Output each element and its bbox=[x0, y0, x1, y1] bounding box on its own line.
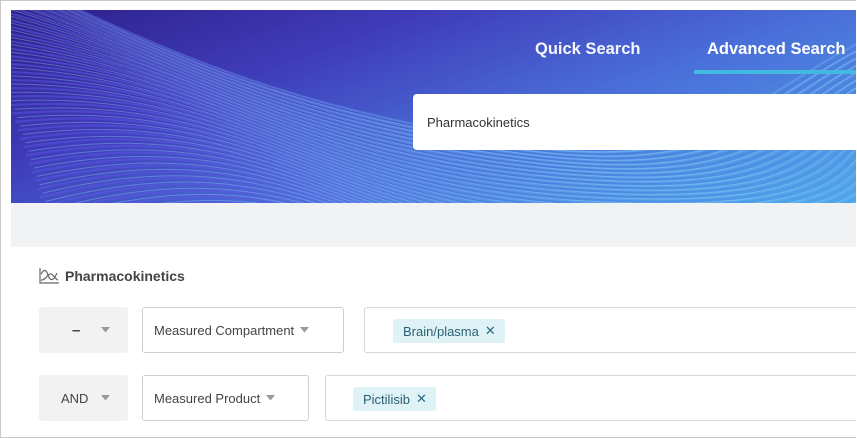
remove-chip-icon[interactable]: ✕ bbox=[485, 323, 496, 339]
tab-advanced-search[interactable]: Advanced Search bbox=[707, 40, 845, 59]
operator-value: – bbox=[72, 321, 81, 339]
operator-select[interactable]: – bbox=[39, 307, 128, 353]
operator-value: AND bbox=[61, 390, 89, 406]
section-title: Pharmacokinetics bbox=[65, 268, 185, 284]
remove-chip-icon[interactable]: ✕ bbox=[416, 391, 427, 407]
caret-down-icon bbox=[101, 395, 110, 401]
chip-label: Pictilisib bbox=[363, 391, 410, 407]
section-header: Pharmacokinetics bbox=[38, 267, 185, 285]
field-select[interactable]: Measured Product bbox=[142, 375, 309, 421]
tab-quick-search[interactable]: Quick Search bbox=[535, 40, 640, 59]
toolbar-band bbox=[11, 203, 856, 247]
field-value: Measured Product bbox=[154, 390, 261, 406]
value-chip: Brain/plasma ✕ bbox=[393, 319, 505, 343]
search-input[interactable] bbox=[413, 94, 856, 150]
chip-label: Brain/plasma bbox=[403, 323, 479, 339]
caret-down-icon bbox=[300, 327, 310, 333]
field-value: Measured Compartment bbox=[154, 322, 295, 338]
active-tab-indicator bbox=[694, 70, 856, 74]
caret-down-icon bbox=[266, 395, 276, 401]
value-input[interactable]: Pictilisib ✕ bbox=[325, 375, 856, 421]
value-chip: Pictilisib ✕ bbox=[353, 387, 436, 411]
field-select[interactable]: Measured Compartment bbox=[142, 307, 344, 353]
operator-select[interactable]: AND bbox=[39, 375, 128, 421]
chart-trend-icon bbox=[39, 268, 59, 284]
value-input[interactable]: Brain/plasma ✕ bbox=[364, 307, 856, 353]
hero-banner: Quick Search Advanced Search bbox=[11, 10, 856, 203]
app-frame: Quick Search Advanced Search Pharmacokin… bbox=[0, 0, 856, 438]
caret-down-icon bbox=[101, 327, 110, 333]
